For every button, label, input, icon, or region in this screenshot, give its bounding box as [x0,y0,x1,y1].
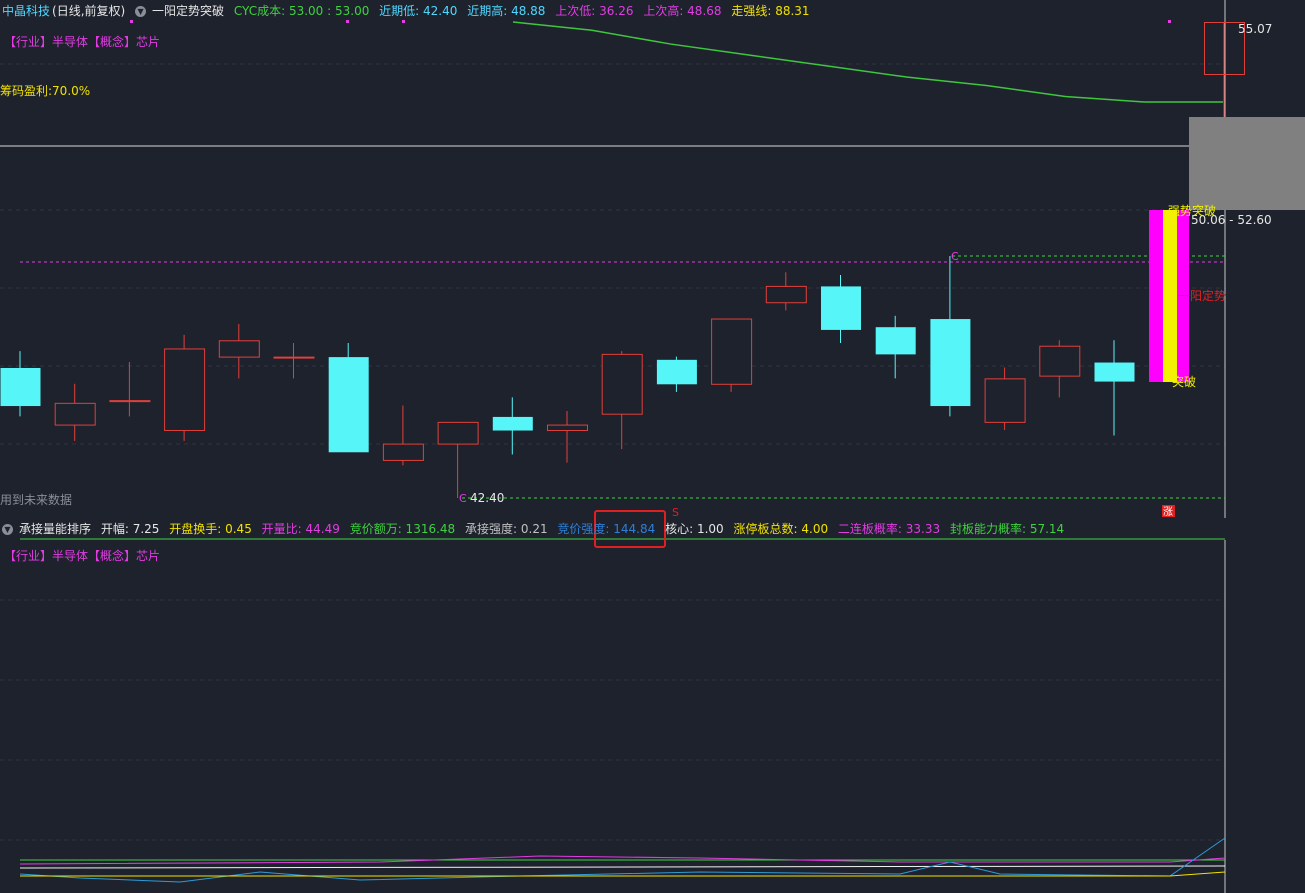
low-value-label: 42.40 [470,491,504,505]
industry-label: 【行业】 [4,549,53,563]
s-marker: S [672,506,679,519]
candle-body [382,443,424,461]
candle-body [273,356,315,359]
industry-value: 半导体 [52,549,89,563]
candle-body [109,400,151,403]
candle-body [711,318,753,385]
accept-strength: 承接强度: 0.21 [465,522,548,536]
bid-amount: 竞价额万: 1316.48 [349,522,456,536]
candle-body [492,416,533,431]
seal-ability-rate: 封板能力概率: 57.14 [949,522,1065,536]
second-board-rate: 二连板概率: 33.33 [837,522,941,536]
indicator-header: ▼ 承接量能排序 开幅: 7.25 开盘换手: 0.45 开量比: 44.49 竞… [2,520,1070,537]
signal-dot [130,20,133,23]
candle-body [547,424,588,432]
low-marker: C [459,492,467,505]
high-marker: C [951,250,959,263]
chevron-down-icon[interactable]: ▼ [2,524,13,535]
open-ratio: 开量比: 44.49 [261,522,340,536]
candles-group [0,256,1135,498]
signal-dots [130,20,1171,23]
concept-value: 芯片 [136,549,161,563]
signal-strong-breakout: 强势突破 [1168,203,1216,218]
signal-dot [346,20,349,23]
candle-body [328,357,369,453]
candle-body [1039,345,1081,377]
candle-body [984,378,1026,423]
strong-line [512,21,1223,103]
kline-chart[interactable]: 55.07 50.06 - 52.60 42.40 C C S 涨 强势突破 一… [0,0,1305,893]
signal-bar-yellow [1163,210,1177,382]
open-turnover: 开盘换手: 0.45 [169,522,252,536]
candle-body [601,353,643,415]
signal-bar-magenta-left [1149,210,1163,382]
core-value: 核心: 1.00 [665,522,724,536]
candle-body [765,285,807,304]
grid-lines [0,63,1225,841]
open-range: 开幅: 7.25 [100,522,160,536]
candle-body [0,367,41,407]
concept-label: 【概念】 [88,549,137,563]
bid-strength: 竞价强度: 144.84 [557,522,656,536]
candle-body [821,286,861,330]
white-indicator-line [19,865,1226,869]
candle-body [54,402,96,426]
indicator-tags: 【行业】半导体【概念】芯片 [4,547,160,564]
zhang-marker: 涨 [1163,506,1173,518]
signal-breakout: 突破 [1172,374,1196,389]
indicator-lines [19,837,1226,883]
candle-body [1094,362,1135,382]
signal-yiyang-dingshi: 一阳定势 [1178,288,1226,303]
high-value-label: 55.07 [1238,22,1272,36]
candle-body [930,319,971,407]
candle-body [164,348,206,432]
signal-dot [402,20,405,23]
signal-dot [1168,20,1171,23]
candle-body [656,359,697,385]
candle-body [875,327,916,355]
limit-up-total: 涨停板总数: 4.00 [733,522,829,536]
candle-body [437,421,479,445]
indicator-title[interactable]: 承接量能排序 [19,522,91,536]
crosshair-price-box [1189,117,1305,210]
candle-body [218,340,260,358]
